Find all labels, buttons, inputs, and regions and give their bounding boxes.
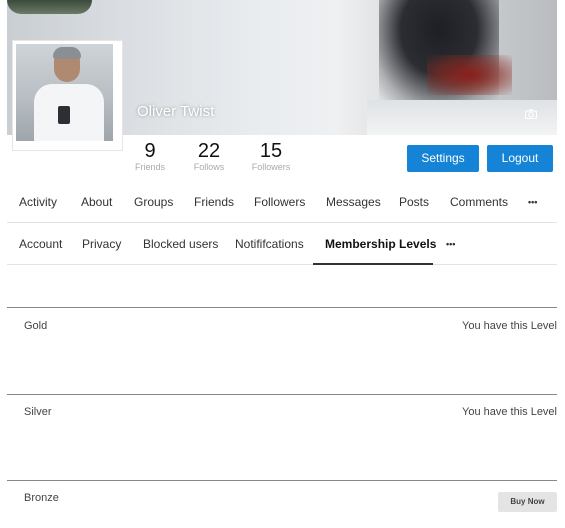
cover-accent-shape: [427, 55, 512, 95]
tab-privacy[interactable]: Privacy: [82, 236, 121, 252]
main-nav: Activity About Groups Friends Followers …: [7, 194, 557, 223]
stat-label: Friends: [134, 162, 165, 172]
profile-name: Oliver Twist: [137, 103, 215, 120]
settings-button[interactable]: Settings: [407, 145, 479, 172]
camera-icon[interactable]: [525, 109, 537, 119]
stat-followers[interactable]: 15 Followers: [250, 140, 292, 173]
level-divider: [7, 480, 557, 481]
stat-value: 22: [197, 140, 221, 162]
buy-now-button[interactable]: Buy Now: [498, 492, 557, 512]
sub-nav: Account Privacy Blocked users Notififcat…: [7, 236, 557, 265]
tab-membership-levels[interactable]: Membership Levels: [325, 236, 436, 252]
level-status-gold: You have this Level: [462, 320, 557, 332]
nav-item-about[interactable]: About: [81, 194, 112, 210]
more-icon[interactable]: •••: [446, 236, 455, 252]
level-divider: [7, 394, 557, 395]
stat-label: Followers: [251, 162, 291, 172]
stat-label: Follows: [193, 162, 225, 172]
active-tab-indicator: [313, 263, 433, 265]
cover-plant-shape: [7, 0, 92, 14]
level-status-silver: You have this Level: [462, 406, 557, 418]
logout-button[interactable]: Logout: [487, 145, 553, 172]
level-name-gold: Gold: [24, 320, 48, 332]
stat-value: 15: [259, 140, 283, 162]
nav-item-friends[interactable]: Friends: [194, 194, 234, 210]
nav-item-followers[interactable]: Followers: [254, 194, 305, 210]
nav-item-comments[interactable]: Comments: [450, 194, 508, 210]
nav-item-messages[interactable]: Messages: [326, 194, 381, 210]
tab-account[interactable]: Account: [19, 236, 62, 252]
nav-item-posts[interactable]: Posts: [399, 194, 429, 210]
level-name-silver: Silver: [24, 406, 52, 418]
nav-item-activity[interactable]: Activity: [19, 194, 57, 210]
avatar-image: [16, 44, 113, 141]
level-name-bronze: Bronze: [24, 492, 59, 504]
tab-blocked-users[interactable]: Blocked users: [143, 236, 218, 252]
tab-notifications[interactable]: Notififcations: [235, 236, 304, 252]
more-icon[interactable]: •••: [528, 194, 537, 210]
level-divider: [7, 307, 557, 308]
avatar[interactable]: [13, 41, 122, 150]
avatar-phone: [58, 106, 70, 124]
stat-friends[interactable]: 9 Friends: [134, 140, 166, 173]
stat-value: 9: [144, 140, 156, 162]
avatar-hair: [53, 47, 81, 59]
nav-item-groups[interactable]: Groups: [134, 194, 173, 210]
stat-follows[interactable]: 22 Follows: [192, 140, 226, 173]
